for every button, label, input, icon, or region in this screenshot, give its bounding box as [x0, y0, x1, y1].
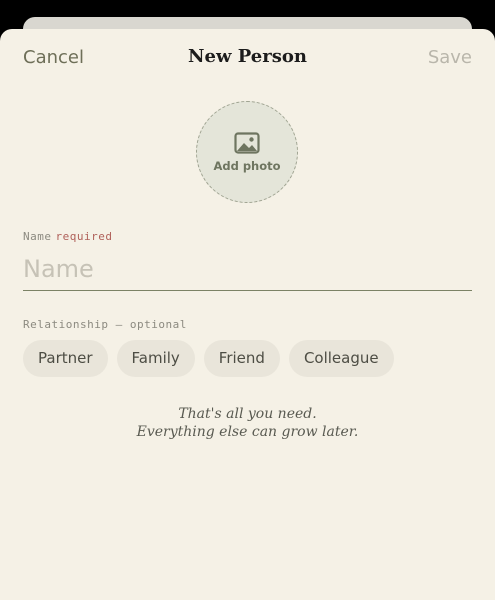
footer-line-2: Everything else can grow later.: [136, 424, 359, 440]
relationship-label: Relationship — optional: [23, 318, 187, 331]
add-photo-button[interactable]: Add photo: [196, 101, 298, 203]
footer-note: That's all you need. Everything else can…: [0, 405, 495, 441]
footer-line-1: That's all you need.: [178, 406, 317, 422]
relationship-chip-friend[interactable]: Friend: [203, 340, 280, 377]
required-tag: required: [55, 230, 113, 243]
new-person-sheet: Cancel New Person Save Add photo Name req…: [0, 29, 495, 600]
save-button[interactable]: Save: [428, 47, 472, 68]
add-photo-label: Add photo: [213, 159, 281, 173]
relationship-chip-family[interactable]: Family: [116, 340, 195, 377]
relationship-chip-partner[interactable]: Partner: [23, 340, 108, 377]
name-field-label: Name required: [23, 230, 112, 243]
image-icon: [234, 132, 260, 154]
relationship-chip-colleague[interactable]: Colleague: [288, 340, 394, 377]
page-title: New Person: [188, 46, 307, 67]
name-input[interactable]: [23, 247, 472, 291]
relationship-options: Partner Family Friend Colleague: [23, 340, 394, 377]
name-label-text: Name: [23, 230, 52, 243]
